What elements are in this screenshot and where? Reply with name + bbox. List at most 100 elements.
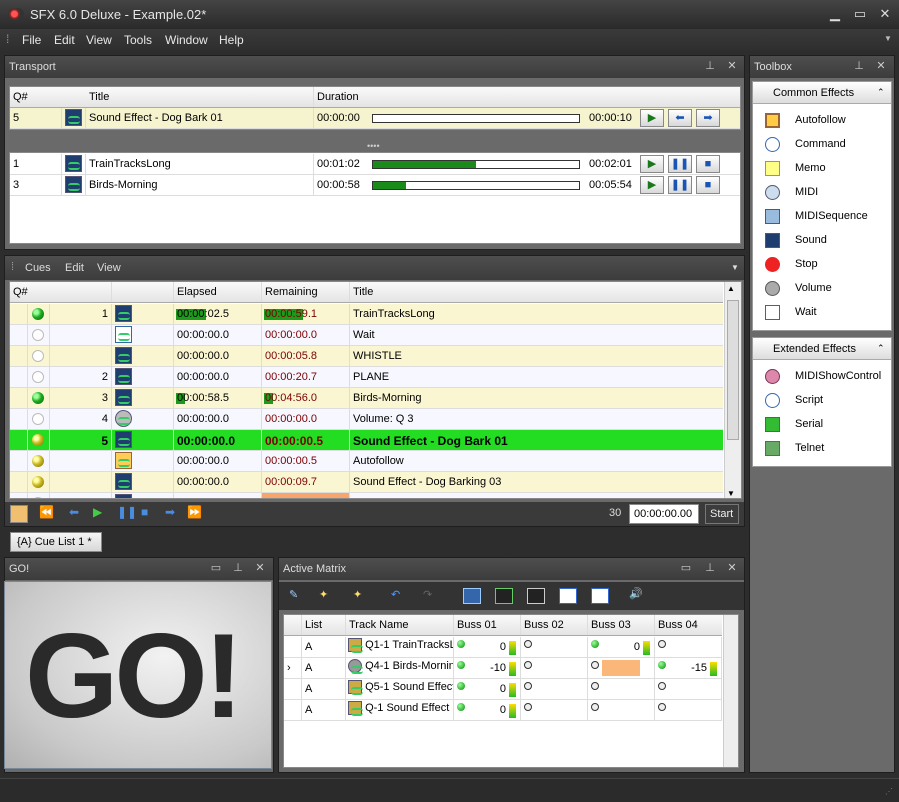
pin-icon[interactable]: ⊥ (703, 59, 717, 73)
resize-grip-icon[interactable]: ⋰ (885, 787, 893, 796)
row-expander[interactable] (10, 409, 28, 429)
route-dot-icon[interactable] (457, 703, 465, 711)
buss-cell[interactable] (655, 679, 722, 699)
route-dot-icon[interactable] (457, 661, 465, 669)
route-dot-icon[interactable] (658, 703, 666, 711)
route-dot-icon[interactable] (524, 661, 532, 669)
collapse-icon[interactable]: ⌃ (877, 87, 885, 98)
start-button[interactable]: Start (705, 504, 739, 524)
buss-cell[interactable] (521, 658, 588, 678)
redo-icon[interactable]: ↷ (423, 588, 432, 601)
matrix-row[interactable]: A Q-1 Sound Effect 0 (284, 700, 722, 721)
route-dot-icon[interactable] (457, 640, 465, 648)
tool-add-all-icon[interactable]: ✦ (353, 588, 362, 601)
menu-help[interactable]: Help (219, 33, 244, 47)
overflow-icon[interactable]: ▼ (731, 263, 739, 272)
matrix-row[interactable]: A Q5-1 Sound Effect 0 (284, 679, 722, 700)
cue-row[interactable]: 00:00:00.0 00:00:00.5 Autofollow (10, 451, 723, 472)
row-expander[interactable] (10, 472, 28, 492)
toolbox-item-midisequence[interactable]: MIDISequence (761, 207, 887, 227)
menu-window[interactable]: Window (165, 33, 208, 47)
toolbox-item-autofollow[interactable]: Autofollow (761, 111, 887, 131)
cue-row[interactable]: 00:00:00.0 00:00:05.8 WHISTLE (10, 346, 723, 367)
scroll-up-icon[interactable]: ▲ (727, 284, 735, 293)
row-expander[interactable] (10, 451, 28, 471)
splitter-grip[interactable]: •••• (367, 141, 380, 151)
cue-row[interactable]: 4 00:00:00.0 00:00:00.0 Volume: Q 3 (10, 409, 723, 430)
row-expander[interactable] (10, 430, 28, 450)
play-button[interactable]: ▶ (640, 109, 664, 127)
rewind-icon[interactable]: ⏪ (39, 505, 54, 519)
row-expander[interactable] (10, 367, 28, 387)
pin-icon[interactable]: ⊥ (703, 561, 717, 575)
common-effects-header[interactable]: Common Effects (753, 82, 891, 104)
cue-row[interactable]: 00:00:00.0 00:00:00.0 Wait (10, 325, 723, 346)
pin-icon[interactable]: ⊥ (231, 561, 245, 575)
menu-file[interactable]: File (22, 33, 41, 47)
cue-row[interactable]: 1 00:00:02.5 00:00:59.1 TrainTracksLong (10, 304, 723, 325)
scroll-thumb[interactable] (727, 300, 739, 440)
forward-button[interactable]: ➡ (696, 109, 720, 127)
close-icon[interactable]: ✕ (725, 59, 739, 73)
toolbox-item-memo[interactable]: Memo (761, 159, 887, 179)
menu-overflow-icon[interactable]: ▼ (884, 34, 892, 43)
cue-row[interactable]: 3 00:00:58.5 00:04:56.0 Birds-Morning (10, 388, 723, 409)
toolbox-item-telnet[interactable]: Telnet (761, 439, 887, 459)
cue-row[interactable]: 2 00:00:00.0 00:00:20.7 PLANE (10, 367, 723, 388)
time-field[interactable]: 00:00:00.00 (629, 504, 699, 524)
pause-icon[interactable]: ❚❚ (117, 505, 137, 519)
vertical-scrollbar[interactable]: ▲ ▼ (724, 282, 741, 498)
vertical-scrollbar[interactable] (723, 615, 738, 767)
buss-cell[interactable]: 0 (454, 679, 521, 699)
collapse-icon[interactable]: ⌃ (877, 343, 885, 354)
next-icon[interactable]: ➡ (165, 505, 175, 519)
matrix-tool-4-icon[interactable] (559, 588, 577, 604)
toolbox-item-command[interactable]: Command (761, 135, 887, 155)
route-dot-icon[interactable] (524, 703, 532, 711)
playing-row[interactable]: 1 TrainTracksLong 00:01:02 00:02:01 ▶ ❚❚… (10, 154, 740, 175)
pause-button[interactable]: ❚❚ (668, 155, 692, 173)
cues-menu-edit[interactable]: Edit (65, 262, 84, 274)
close-icon[interactable]: ✕ (725, 561, 739, 575)
fast-forward-icon[interactable]: ⏩ (187, 505, 202, 519)
go-button[interactable]: GO! (4, 581, 272, 769)
row-expander[interactable] (10, 388, 28, 408)
toolbox-item-midi[interactable]: MIDI (761, 183, 887, 203)
undo-icon[interactable]: ↶ (391, 588, 400, 601)
menu-edit[interactable]: Edit (54, 33, 75, 47)
window-icon[interactable]: ▭ (679, 561, 693, 575)
cues-menu-view[interactable]: View (97, 262, 121, 274)
route-dot-icon[interactable] (591, 661, 599, 669)
route-dot-icon[interactable] (457, 682, 465, 690)
playing-row[interactable]: 3 Birds-Morning 00:00:58 00:05:54 ▶ ❚❚ ■ (10, 175, 740, 196)
route-dot-icon[interactable] (658, 640, 666, 648)
route-dot-icon[interactable] (591, 682, 599, 690)
pause-button[interactable]: ❚❚ (668, 176, 692, 194)
buss-cell[interactable]: -10 (454, 658, 521, 678)
play-icon[interactable]: ▶ (93, 505, 102, 519)
route-dot-icon[interactable] (524, 640, 532, 648)
back-button[interactable]: ⬅ (668, 109, 692, 127)
buss-cell[interactable] (588, 679, 655, 699)
transport-current-row[interactable]: 5 Sound Effect - Dog Bark 01 00:00:00 00… (10, 108, 740, 129)
matrix-tool-3-icon[interactable] (527, 588, 545, 604)
row-expander[interactable] (10, 304, 28, 324)
stop-icon[interactable]: ■ (141, 505, 148, 519)
tool-select-icon[interactable]: ✎ (289, 588, 298, 601)
matrix-tool-1-icon[interactable] (463, 588, 481, 604)
close-button[interactable]: ✕ (876, 5, 894, 23)
window-icon[interactable]: ▭ (209, 561, 223, 575)
toolbox-item-stop[interactable]: Stop (761, 255, 887, 275)
scroll-down-icon[interactable]: ▼ (727, 489, 735, 498)
speaker-icon[interactable]: 🔊 (629, 587, 643, 600)
route-dot-icon[interactable] (591, 703, 599, 711)
close-icon[interactable]: ✕ (874, 59, 888, 73)
route-dot-icon[interactable] (591, 640, 599, 648)
buss-cell[interactable] (588, 700, 655, 720)
menu-tools[interactable]: Tools (124, 33, 152, 47)
cue-row[interactable]: 5 00:00:00.0 00:00:00.5 Sound Effect - D… (10, 430, 723, 451)
matrix-tool-2-icon[interactable] (495, 588, 513, 604)
fx-icon[interactable] (10, 505, 28, 523)
toolbox-item-volume[interactable]: Volume (761, 279, 887, 299)
row-expander[interactable] (10, 325, 28, 345)
